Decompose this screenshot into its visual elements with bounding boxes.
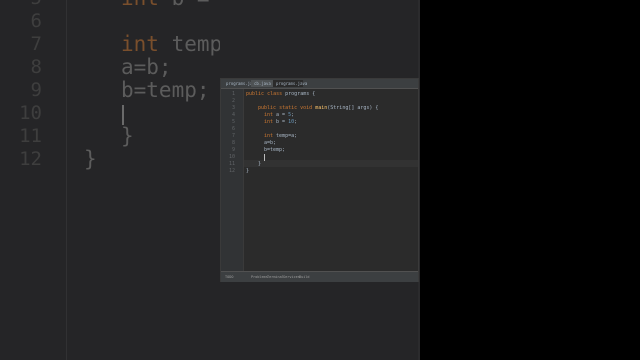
background-zoom-top (220, 0, 420, 78)
code-editor[interactable]: 1 2 3 4 5 6 7 8 9 10 11 12 public class … (221, 89, 418, 271)
background-code-line: } (84, 147, 97, 171)
code-line-int-a: int a = 5; (264, 112, 295, 118)
line-number: 5 (231, 119, 235, 125)
background-code-line: a=b; (121, 55, 172, 79)
line-number: 9 (231, 147, 235, 153)
background-line-number: 9 (30, 79, 42, 101)
code-line-close-class: } (246, 168, 250, 174)
line-number: 7 (231, 133, 235, 139)
line-number: 12 (228, 168, 235, 174)
services-tool-button[interactable]: Services (283, 274, 300, 280)
line-number: 11 (228, 161, 235, 167)
background-line-number: 7 (30, 33, 42, 55)
background-line-number: 12 (19, 148, 42, 170)
background-code-line: int temp=a (121, 32, 220, 56)
ide-window: programs.java cb.java programs.java 1 2 … (220, 78, 419, 282)
editor-tab-bar: programs.java cb.java programs.java (221, 79, 418, 89)
line-number: 8 (231, 140, 235, 146)
code-line-close-method: } (258, 161, 262, 167)
background-line-number: 5 (0, 0, 42, 10)
background-line-number: 8 (30, 56, 42, 78)
line-number: 4 (231, 112, 235, 118)
line-number: 1 (231, 91, 235, 97)
code-line-class-declaration: public class programs { (246, 91, 316, 97)
terminal-tool-button[interactable]: Terminal (267, 274, 284, 280)
background-code-line: b=temp; (121, 78, 210, 102)
background-gutter-divider (66, 0, 67, 360)
background-code-line: } (121, 124, 134, 148)
background-line-number: 11 (19, 125, 42, 147)
code-line-main-method: public static void main(String[] args) { (258, 105, 379, 111)
line-number-gutter: 1 2 3 4 5 6 7 8 9 10 11 12 (221, 89, 244, 271)
line-number: 10 (228, 154, 235, 160)
code-line-int-b: int b = 10; (264, 119, 298, 125)
current-line-highlight (244, 160, 418, 167)
tab-programs-java[interactable]: programs.java (223, 80, 257, 87)
code-line-int-temp: int temp=a; (264, 133, 298, 139)
text-caret (264, 154, 265, 161)
background-code-line: int b = 10; (121, 0, 220, 10)
bottom-tool-bar: TODO Problems Terminal Services Build (221, 271, 418, 282)
background-line-number: 6 (30, 10, 42, 32)
code-line-assign-a: a=b; (264, 140, 277, 146)
tab-programs-java-active[interactable]: programs.java (273, 80, 307, 87)
tab-cb-java[interactable]: cb.java (251, 80, 273, 87)
background-caret (122, 105, 124, 125)
background-right (420, 0, 640, 360)
code-line-assign-b: b=temp; (264, 147, 286, 153)
todo-tool-button[interactable]: TODO (225, 274, 233, 280)
background-line-number: 10 (19, 102, 42, 124)
line-number: 3 (231, 105, 235, 111)
background-zoom-bottom (220, 282, 420, 360)
line-number: 6 (231, 126, 235, 132)
build-tool-button[interactable]: Build (299, 274, 310, 280)
problems-tool-button[interactable]: Problems (251, 274, 268, 280)
background-zoom-left: 5int b = 10;67int temp=a8a=b;9b=temp;101… (0, 0, 220, 360)
line-number: 2 (231, 98, 235, 104)
